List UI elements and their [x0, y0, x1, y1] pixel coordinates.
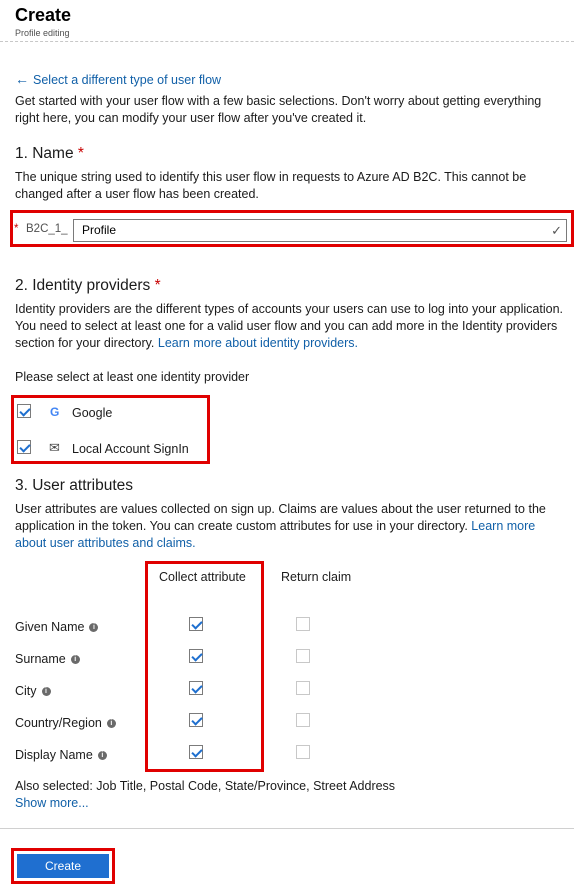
required-marker: *	[77, 145, 84, 162]
required-marker: *	[154, 277, 161, 294]
intro-text: Get started with your user flow with a f…	[15, 94, 542, 125]
country-region-return-checkbox[interactable]	[296, 713, 310, 727]
user-flow-name-input[interactable]: Profile ✓	[73, 219, 567, 242]
attribute-row-given-name: Given Name i	[15, 620, 99, 634]
back-arrow-icon: ←	[15, 71, 29, 87]
footer-divider	[0, 828, 574, 829]
google-checkbox[interactable]	[17, 404, 31, 418]
prefix-required-marker: *	[14, 223, 19, 235]
return-claim-column-header: Return claim	[281, 570, 352, 584]
identity-prompt: Please select at least one identity prov…	[15, 370, 250, 384]
surname-collect-checkbox[interactable]	[189, 649, 203, 663]
city-return-checkbox[interactable]	[296, 681, 310, 695]
google-icon: G	[50, 405, 60, 419]
surname-return-checkbox[interactable]	[296, 649, 310, 663]
local-account-checkbox[interactable]	[17, 440, 31, 454]
google-label: Google	[72, 406, 113, 420]
attribute-row-city: City i	[15, 684, 51, 698]
back-link-label: Select a different type of user flow	[33, 73, 222, 87]
name-section-heading: 1. Name *	[15, 145, 84, 162]
identity-description: Identity providers are the different typ…	[15, 302, 563, 350]
envelope-icon: ✉	[49, 440, 60, 455]
country-region-collect-checkbox[interactable]	[189, 713, 203, 727]
attribute-row-surname: Surname i	[15, 652, 80, 666]
info-icon[interactable]: i	[89, 623, 99, 633]
display-name-collect-checkbox[interactable]	[189, 745, 203, 759]
user-flow-name-value: Profile	[82, 223, 117, 237]
identity-section-heading: 2. Identity providers *	[15, 277, 161, 294]
local-account-label: Local Account SignIn	[72, 442, 189, 456]
collect-attribute-column-header: Collect attribute	[159, 570, 246, 584]
info-icon[interactable]: i	[97, 751, 107, 761]
info-icon[interactable]: i	[70, 655, 80, 665]
attributes-section-heading: 3. User attributes	[15, 477, 134, 494]
learn-more-identity-providers-link[interactable]: Learn more about identity providers.	[158, 336, 358, 350]
create-button[interactable]: Create	[17, 854, 109, 878]
page-title: Create	[15, 5, 72, 25]
attribute-row-country-region: Country/Region i	[15, 716, 116, 730]
given-name-collect-checkbox[interactable]	[189, 617, 203, 631]
checkmark-icon: ✓	[551, 223, 562, 238]
info-icon[interactable]: i	[106, 719, 116, 729]
attribute-row-display-name: Display Name i	[15, 748, 107, 762]
page-subtitle: Profile editing	[15, 28, 70, 38]
city-collect-checkbox[interactable]	[189, 681, 203, 695]
name-description: The unique string used to identify this …	[15, 170, 527, 201]
select-different-user-flow-link[interactable]: ← Select a different type of user flow	[15, 71, 221, 87]
collect-attribute-highlight-box	[145, 561, 264, 772]
display-name-return-checkbox[interactable]	[296, 745, 310, 759]
name-prefix-label: * B2C_1_	[14, 223, 68, 235]
show-more-link[interactable]: Show more...	[15, 796, 89, 810]
given-name-return-checkbox[interactable]	[296, 617, 310, 631]
attributes-description: User attributes are values collected on …	[15, 502, 546, 550]
info-icon[interactable]: i	[41, 687, 51, 697]
also-selected-text: Also selected: Job Title, Postal Code, S…	[15, 779, 396, 793]
header-divider	[0, 41, 574, 42]
